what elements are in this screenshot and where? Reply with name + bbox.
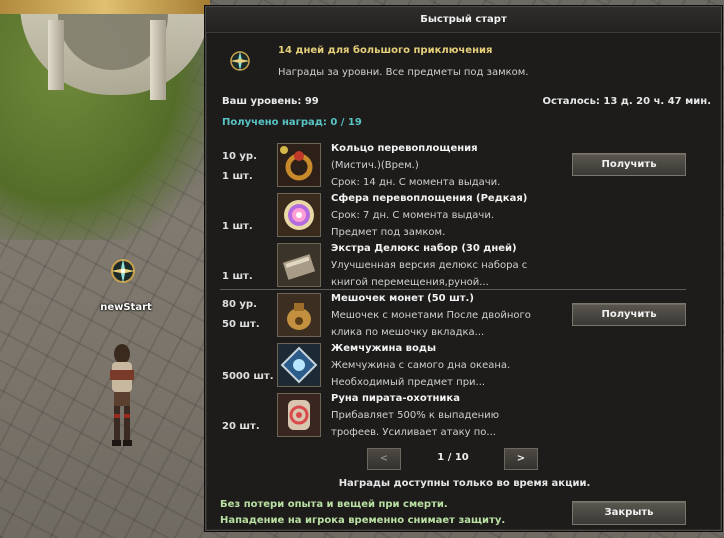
item-name: Мешочек монет (50 шт.) [331,293,474,304]
item-description: клика по мешочку вкладка... [331,327,485,338]
claim-button[interactable]: Получить [572,153,686,176]
water-pearl-icon[interactable] [277,343,321,387]
coin-pouch-icon[interactable] [277,293,321,337]
item-count: 1 шт. [222,221,253,232]
previous-page-button[interactable]: < [367,448,401,470]
item-description: (Мистич.)(Врем.) [331,160,419,171]
pirate-rune-icon[interactable] [277,393,321,437]
quick-start-window: Быстрый старт 14 дней для большого прикл… [205,6,722,531]
group-divider [220,289,686,290]
rewards-received: Получено наград: 0 / 19 [222,117,362,128]
claim-button[interactable]: Получить [572,303,686,326]
compass-icon [228,49,252,73]
item-name: Руна пирата-охотника [331,393,460,404]
item-count: 5000 шт. [222,371,274,382]
item-description: Жемчужина с самого дна океана. [331,360,511,371]
player-level: Ваш уровень: 99 [222,96,319,107]
chest-icon[interactable] [277,243,321,287]
ring-icon[interactable] [277,143,321,187]
item-description: Предмет под замком. [331,227,446,238]
close-button[interactable]: Закрыть [572,501,686,525]
item-count: 50 шт. [222,319,260,330]
sphere-icon[interactable] [277,193,321,237]
next-page-button[interactable]: > [504,448,538,470]
item-name: Кольцо перевоплощения [331,143,478,154]
item-count: 20 шт. [222,421,260,432]
footer-note: Без потери опыта и вещей при смерти. [220,499,448,510]
item-description: Срок: 7 дн. С момента выдачи. [331,210,494,221]
item-description: трофеев. Усиливает атаку по... [331,427,496,438]
item-description: Срок: 14 дн. С момента выдачи. [331,177,501,188]
stone-pillar [150,20,166,100]
item-description: Улучшенная версия делюкс набора с [331,260,528,271]
item-description: Мешочек с монетами После двойного [331,310,531,321]
item-count: 1 шт. [222,171,253,182]
promo-note: Награды доступны только во время акции. [338,478,591,489]
player-name[interactable]: newStart [96,302,156,313]
item-name: Сфера перевоплощения (Редкая) [331,193,528,204]
level-requirement: 10 ур. [222,151,257,162]
player-character[interactable] [102,340,142,450]
footer-note: Нападение на игрока временно снимает защ… [220,515,506,526]
level-requirement: 80 ур. [222,299,257,310]
golden-railing [0,0,210,14]
item-description: Необходимый предмет при... [331,377,486,388]
intro-title: 14 дней для большого приключения [278,45,493,56]
item-name: Жемчужина воды [331,343,436,354]
compass-marker-icon[interactable] [108,256,138,286]
item-count: 1 шт. [222,271,253,282]
page-indicator: 1 / 10 [437,452,469,463]
stone-pillar [48,20,64,90]
item-description: Прибавляет 500% к выпадению [331,410,500,421]
item-name: Экстра Делюкс набор (30 дней) [331,243,517,254]
time-remaining: Осталось: 13 д. 20 ч. 47 мин. [542,96,711,107]
intro-description: Награды за уровни. Все предметы под замк… [278,67,529,78]
window-title[interactable]: Быстрый старт [206,7,721,33]
